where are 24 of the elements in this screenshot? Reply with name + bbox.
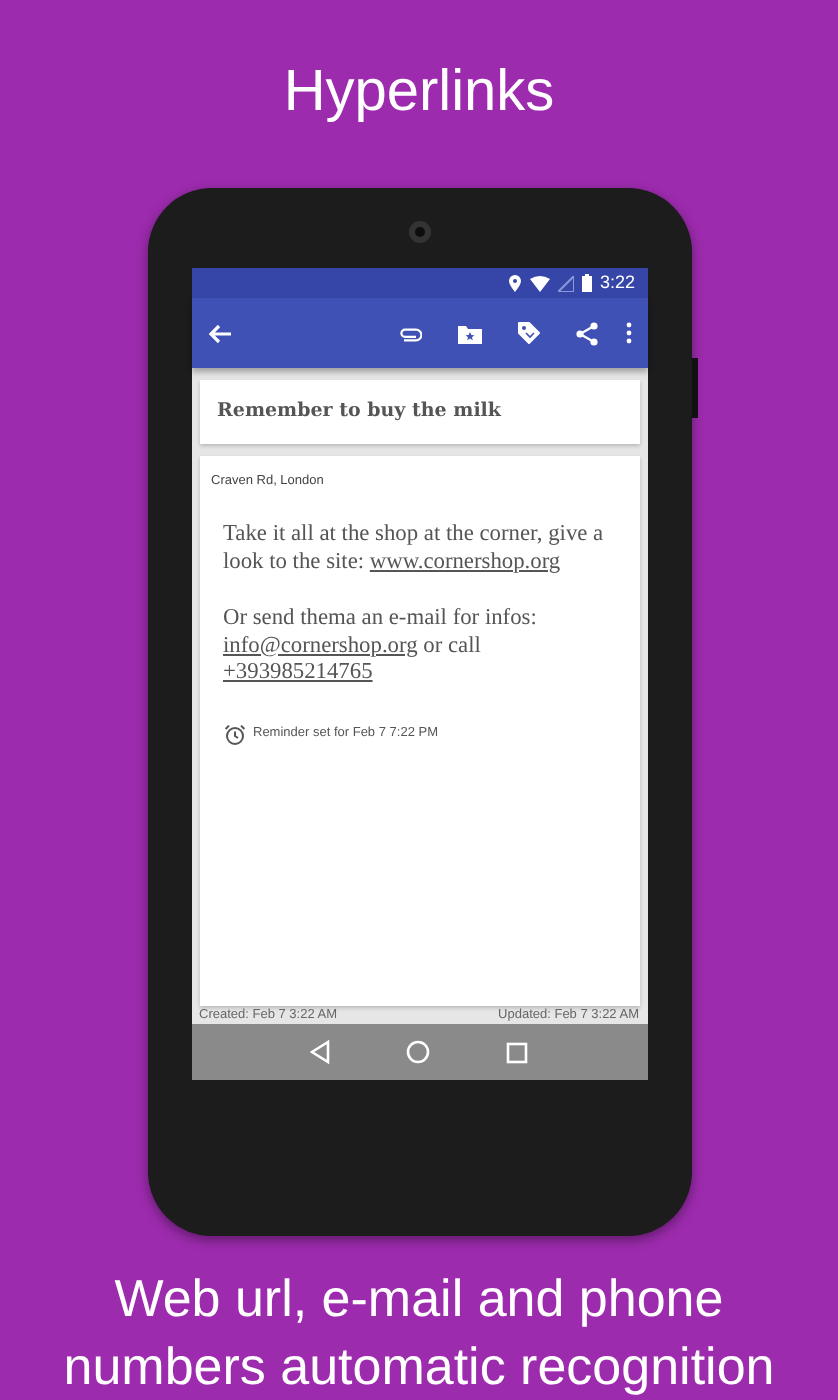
note-paragraph: Take it all at the shop at the corner, give a look to the site: www.cornershop.org: [223, 522, 606, 576]
battery-icon: [581, 274, 592, 292]
tag-icon[interactable]: [517, 322, 539, 344]
location-icon: [507, 274, 522, 292]
signal-icon: [557, 275, 574, 291]
share-icon[interactable]: [575, 321, 597, 345]
home-icon[interactable]: [405, 1040, 430, 1064]
camera-icon: [407, 220, 431, 244]
more-menu-icon[interactable]: [625, 322, 631, 344]
back-icon[interactable]: [309, 1040, 330, 1064]
alarm-clock-icon: [223, 723, 245, 745]
attachment-icon[interactable]: [397, 325, 421, 341]
hyperlink[interactable]: www.cornershop.org: [369, 549, 561, 573]
page-caption: Web url, e-mail and phone numbers automatic recognition: [61, 1266, 777, 1400]
page-title: Hyperlinks: [283, 58, 555, 128]
wifi-icon: [529, 275, 550, 291]
recent-apps-icon[interactable]: [506, 1041, 529, 1063]
folder-icon[interactable]: [457, 323, 481, 343]
status-time: 3:22: [599, 269, 635, 296]
hyperlink[interactable]: info@cornershop.org: [223, 633, 418, 657]
note-title: Remember to buy the milk: [215, 398, 504, 426]
note-paragraph: Or send thema an e-mail for infos: info@cornershop.org or call +393985214765: [223, 606, 539, 687]
hyperlink[interactable]: +393985214765: [223, 660, 373, 684]
back-arrow-icon[interactable]: [207, 323, 231, 343]
